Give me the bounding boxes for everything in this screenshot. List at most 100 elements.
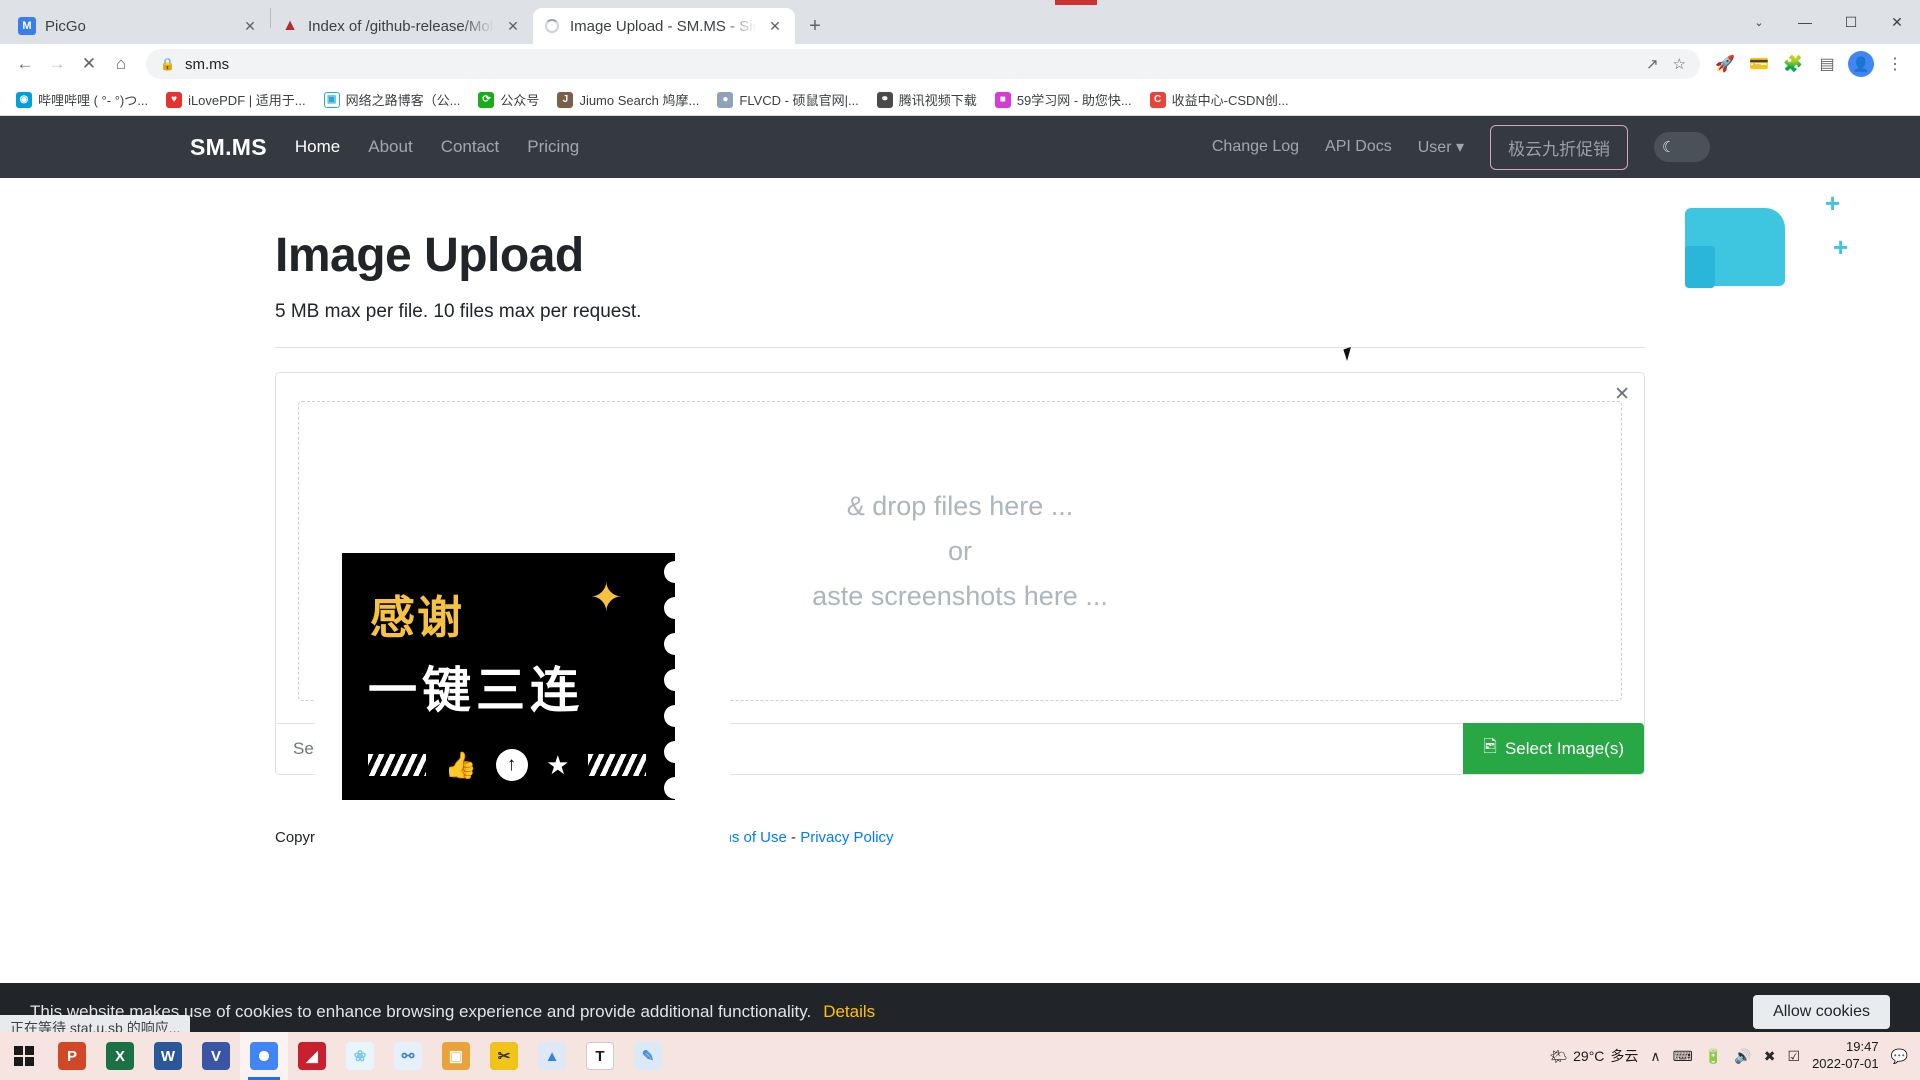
chrome-menu-button[interactable]: ⋮ (1880, 49, 1910, 79)
bookmark-item[interactable]: ◉ 哔哩哔哩 ( °- °)つ... (8, 86, 156, 113)
checkbox-icon[interactable]: ☑ (1788, 1048, 1801, 1065)
notification-icon[interactable]: 💬 (1891, 1048, 1908, 1065)
puzzle-icon[interactable]: 🧩 (1778, 49, 1808, 79)
bookmark-item[interactable]: ▣ 网络之路博客（公... (316, 86, 469, 113)
bookmark-label: FLVCD - 硕鼠官网|... (739, 93, 859, 108)
close-icon[interactable]: ✕ (1614, 383, 1630, 406)
site-brand[interactable]: SM.MS (190, 134, 267, 161)
avatar[interactable]: 👤 (1846, 49, 1876, 79)
extensions-area: 🚀 💳 🧩 ▤ 👤 ⋮ (1710, 49, 1910, 79)
footer-dash: - (786, 829, 801, 846)
nav-link-pricing[interactable]: Pricing (527, 137, 579, 157)
wechat-mp-icon: ⟳ (478, 91, 495, 108)
back-button[interactable]: ← (10, 49, 40, 79)
browser-tab-image-upload[interactable]: Image Upload - SM.MS - Simp ✕ (533, 8, 795, 44)
dropzone-line-1: & drop files here ... (846, 490, 1074, 521)
pasted-image-overlay: 感谢 ✦ 一键三连 👍 ↑ ★ (315, 553, 730, 863)
taskbar-app-excel[interactable]: X (96, 1032, 144, 1080)
weather-widget[interactable]: 🌤 29°C 多云 (1549, 1046, 1638, 1066)
stop-loading-button[interactable]: ✕ (74, 49, 104, 79)
plus-icon: + (1825, 188, 1841, 218)
clock-time: 19:47 (1846, 1039, 1879, 1055)
browser-tab-index[interactable]: ▲ Index of /github-release/Molu ✕ (271, 8, 533, 44)
plus-icon: + (1833, 232, 1849, 262)
nav-link-api-docs[interactable]: API Docs (1325, 138, 1392, 156)
taskbar-app-paint[interactable]: ✎ (624, 1032, 672, 1080)
taskbar-app-edraw[interactable]: ⚯ (384, 1032, 432, 1080)
upload-limits-text: 5 MB max per file. 10 files max per requ… (275, 301, 642, 322)
rocket-icon[interactable]: 🚀 (1710, 49, 1740, 79)
tab-title: Image Upload - SM.MS - Simp (570, 17, 756, 35)
nav-link-home[interactable]: Home (295, 137, 340, 157)
tray-chevron-up-icon[interactable]: ∧ (1650, 1048, 1660, 1065)
bookmark-item[interactable]: ⚭ 腾讯视频下载 (869, 86, 985, 113)
chevron-down-icon[interactable]: ⌄ (1736, 0, 1782, 44)
taskbar-app-word[interactable]: W (144, 1032, 192, 1080)
promo-button[interactable]: 极云九折促销 (1490, 124, 1628, 170)
close-icon[interactable]: ✕ (503, 16, 523, 36)
select-images-button[interactable]: 🖻 Select Image(s) (1463, 723, 1644, 774)
csdn-icon: C (1149, 91, 1166, 108)
powerpoint-icon: P (58, 1042, 86, 1070)
nav-link-about[interactable]: About (368, 137, 412, 157)
edraw-icon: ⚯ (394, 1042, 422, 1070)
weather-desc: 多云 (1610, 1048, 1639, 1064)
new-tab-button[interactable]: + (801, 12, 829, 40)
bookmark-label: 公众号 (500, 93, 540, 108)
dropzone-or: or (947, 535, 972, 566)
bookmark-item[interactable]: J Jiumo Search 鸠摩... (549, 86, 707, 113)
nav-link-change-log[interactable]: Change Log (1212, 138, 1299, 156)
allow-cookies-button[interactable]: Allow cookies (1753, 995, 1890, 1029)
close-window-button[interactable]: ✕ (1874, 0, 1920, 44)
bookmark-item[interactable]: ■ 59学习网 - 助您快... (987, 86, 1140, 113)
battery-icon[interactable]: 🔋 (1705, 1048, 1722, 1065)
windows-start-icon[interactable] (0, 1032, 48, 1080)
nav-user-dropdown[interactable]: User ▾ (1418, 137, 1464, 157)
close-icon[interactable]: ✕ (240, 16, 260, 36)
minimize-button[interactable]: — (1782, 0, 1828, 44)
keyboard-icon[interactable]: ⌨ (1673, 1048, 1693, 1065)
dark-mode-toggle[interactable]: ☾ (1654, 132, 1710, 162)
taskbar-app-chrome[interactable] (240, 1032, 288, 1080)
nav-link-contact[interactable]: Contact (441, 137, 500, 157)
vmware-icon: ▣ (442, 1042, 470, 1070)
chrome-icon (250, 1042, 278, 1070)
cookie-details-link[interactable]: Details (823, 1002, 875, 1022)
wallet-icon[interactable]: 💳 (1744, 49, 1774, 79)
volume-icon[interactable]: 🔊 (1734, 1048, 1751, 1065)
taskbar-app-visio[interactable]: V (192, 1032, 240, 1080)
bookmark-item[interactable]: ⟳ 公众号 (470, 86, 547, 113)
sidepanel-icon[interactable]: ▤ (1812, 49, 1842, 79)
taskbar-app-powerpoint[interactable]: P (48, 1032, 96, 1080)
forward-button[interactable]: → (42, 49, 72, 79)
tencent-video-icon: ⚭ (876, 91, 893, 108)
browser-tab-picgo[interactable]: M PicGo ✕ (8, 8, 270, 44)
taskbar-app-vmware[interactable]: ▣ (432, 1032, 480, 1080)
bookmark-star-icon[interactable]: ☆ (1673, 55, 1686, 73)
taskbar-app-picgo[interactable]: ▲ (528, 1032, 576, 1080)
site-navbar: SM.MS Home About Contact Pricing Change … (0, 116, 1920, 178)
taskbar-app-snipping-tool[interactable]: ✂ (480, 1032, 528, 1080)
home-button[interactable]: ⌂ (106, 49, 136, 79)
bookmark-item[interactable]: ● FLVCD - 硕鼠官网|... (709, 86, 866, 113)
chevron-down-icon: ▾ (1455, 139, 1464, 156)
taskbar-app-typora[interactable]: T (576, 1032, 624, 1080)
privacy-link[interactable]: Privacy Policy (800, 829, 893, 846)
taskbar-app-pdf-reader[interactable]: ◢ (288, 1032, 336, 1080)
bookmark-item[interactable]: C 收益中心-CSDN创... (1142, 86, 1297, 113)
nav-user-label: User (1417, 139, 1452, 156)
omnibox-actions: ↗ ☆ (1646, 55, 1686, 73)
bookmark-item[interactable]: ♥ iLovePDF | 适用于... (158, 86, 314, 113)
close-icon[interactable]: ✕ (765, 16, 785, 36)
primary-nav: Home About Contact Pricing (295, 137, 579, 157)
maximize-button[interactable]: ☐ (1828, 0, 1874, 44)
share-icon[interactable]: ↗ (1646, 55, 1659, 73)
learn59-icon: ■ (994, 91, 1011, 108)
taskbar-app-wps[interactable]: ❀ (336, 1032, 384, 1080)
page-title: Image Upload (275, 229, 584, 282)
tab-title: PicGo (45, 17, 86, 35)
taskbar-clock[interactable]: 19:47 2022-07-01 (1812, 1039, 1879, 1073)
address-bar[interactable]: 🔒 sm.ms ↗ ☆ (146, 49, 1700, 79)
select-images-label: Select Image(s) (1504, 738, 1624, 758)
network-icon[interactable]: ✖ (1764, 1048, 1776, 1065)
